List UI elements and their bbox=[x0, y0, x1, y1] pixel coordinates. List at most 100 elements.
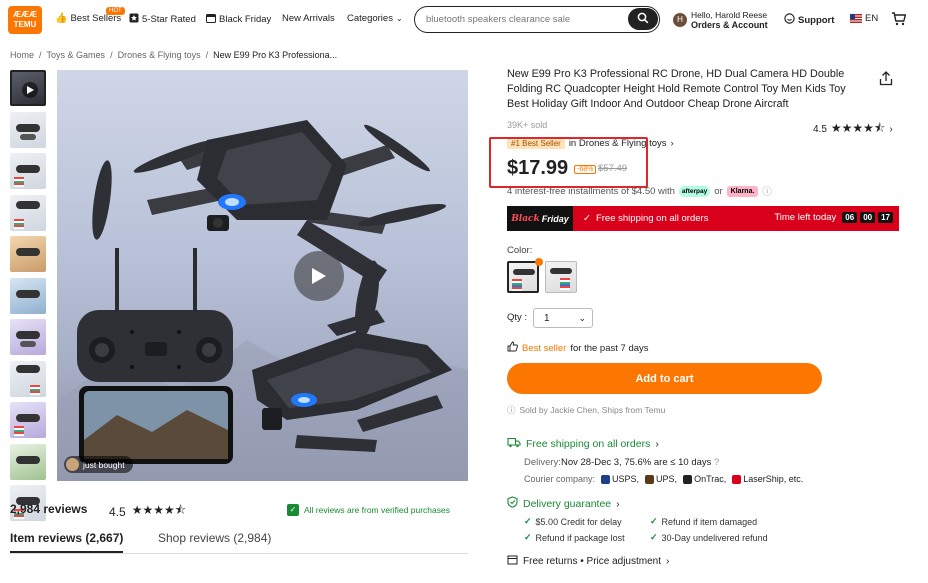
thumbnail-image[interactable] bbox=[10, 402, 46, 438]
delivery-estimate: Delivery:Nov 28-Dec 3, 75.6% are ≤ 10 da… bbox=[524, 457, 719, 468]
nav-five-star-rated[interactable]: 5-Star Rated bbox=[129, 13, 196, 26]
shipping-title: Free shipping on all orders bbox=[526, 438, 651, 450]
search-input[interactable]: bluetooth speakers clearance sale bbox=[426, 14, 570, 25]
swatch-badge-icon bbox=[535, 258, 543, 266]
nav-label: Black Friday bbox=[219, 14, 272, 25]
play-icon bbox=[312, 268, 326, 284]
courier-lasership: LaserShip, etc. bbox=[732, 474, 803, 485]
add-to-cart-button[interactable]: Add to cart bbox=[507, 363, 822, 394]
temu-logo[interactable]: ÆÆÆ TEMU bbox=[8, 6, 42, 34]
share-button[interactable] bbox=[879, 71, 893, 89]
check-icon: ✓ bbox=[524, 532, 532, 542]
returns-info[interactable]: Free returns • Price adjustment › bbox=[507, 554, 669, 568]
verified-purchases-note: ✓ All reviews are from verified purchase… bbox=[287, 504, 450, 516]
verified-shield-icon: ✓ bbox=[287, 504, 299, 516]
installments-text: 4 interest-free installments of $4.50 wi… bbox=[507, 185, 675, 197]
rating-value: 4.5 bbox=[813, 124, 827, 135]
black-friday-logo: Black Friday bbox=[507, 206, 573, 231]
guarantee-item: ✓ $5.00 Credit for delay bbox=[524, 516, 622, 527]
installments-or: or bbox=[714, 185, 723, 197]
thumbnail-image[interactable] bbox=[10, 319, 46, 355]
search-icon bbox=[637, 12, 649, 27]
search-button[interactable] bbox=[628, 8, 658, 30]
courier-usps: USPS, bbox=[601, 474, 639, 485]
breadcrumb: Home / Toys & Games / Drones & Flying toys… bbox=[10, 50, 337, 60]
best-seller-note: Best seller for the past 7 days bbox=[507, 341, 649, 355]
check-icon: ✓ bbox=[650, 532, 658, 542]
avatar: H bbox=[673, 13, 687, 27]
chevron-right-icon: › bbox=[655, 438, 659, 450]
courier-name: OnTrac, bbox=[694, 474, 727, 484]
nav-categories[interactable]: Categories ⌄ bbox=[347, 13, 403, 24]
search-bar[interactable]: bluetooth speakers clearance sale bbox=[414, 6, 660, 33]
nav-new-arrivals[interactable]: New Arrivals bbox=[282, 13, 335, 24]
chevron-right-icon: › bbox=[616, 497, 620, 510]
star-rating-icon: ★★★★⯪ bbox=[830, 121, 886, 135]
tab-item-reviews[interactable]: Item reviews (2,667) bbox=[10, 531, 124, 553]
top-header: ÆÆÆ TEMU 👍 Best Sellers HOT 5-Star Rated… bbox=[0, 0, 928, 40]
courier-ontrac: OnTrac, bbox=[683, 474, 727, 485]
reviews-count[interactable]: 2,984 reviews bbox=[10, 502, 87, 516]
afterpay-logo: afterpay bbox=[678, 185, 711, 197]
language-selector[interactable]: EN bbox=[850, 13, 878, 24]
tab-shop-reviews[interactable]: Shop reviews (2,984) bbox=[158, 531, 271, 545]
breadcrumb-toys-games[interactable]: Toys & Games bbox=[47, 50, 106, 60]
us-flag-icon bbox=[850, 14, 862, 23]
chevron-right-icon: › bbox=[889, 124, 893, 135]
check-icon: ✓ bbox=[524, 516, 532, 526]
info-icon[interactable]: ⓘ bbox=[762, 184, 772, 198]
quantity-select[interactable]: 1 ⌄ bbox=[533, 308, 593, 328]
returns-text: Free returns • Price adjustment bbox=[523, 555, 661, 567]
account-menu[interactable]: H Hello, Harold Reese Orders & Account bbox=[673, 10, 768, 30]
quantity-value: 1 bbox=[544, 312, 550, 324]
sold-by-text: Sold by Jackie Chen, Ships from Temu bbox=[519, 405, 666, 415]
cart-button[interactable] bbox=[891, 11, 907, 30]
guarantee-item: ✓ Refund if package lost bbox=[524, 532, 625, 543]
just-bought-text: just bought bbox=[83, 459, 125, 470]
guarantee-item-text: 30-Day undelivered refund bbox=[661, 532, 768, 543]
free-shipping-promo: ✓ Free shipping on all orders bbox=[583, 213, 708, 224]
thumbnail-image[interactable] bbox=[10, 236, 46, 272]
delivery-guarantee-title[interactable]: Delivery guarantee › bbox=[507, 496, 620, 511]
truck-icon bbox=[507, 437, 521, 451]
breadcrumb-separator: / bbox=[205, 50, 209, 60]
product-rating[interactable]: 4.5 ★★★★⯪ › bbox=[813, 119, 893, 140]
main-product-image[interactable]: just bought bbox=[57, 70, 468, 481]
breadcrumb-separator: / bbox=[110, 50, 113, 60]
color-swatch[interactable] bbox=[507, 261, 539, 293]
courier-name: UPS, bbox=[656, 474, 678, 484]
nav-black-friday[interactable]: Black Friday bbox=[206, 13, 271, 26]
klarna-logo: Klarna. bbox=[726, 185, 759, 197]
reviews-rating: 4.5 ★★★★⯪ bbox=[109, 501, 186, 522]
breadcrumb-separator: / bbox=[39, 50, 42, 60]
shield-check-icon bbox=[507, 496, 518, 511]
video-play-button[interactable] bbox=[294, 251, 344, 301]
guarantee-item: ✓ 30-Day undelivered refund bbox=[650, 532, 768, 543]
support-link[interactable]: Support bbox=[784, 13, 834, 27]
help-icon[interactable]: ? bbox=[714, 457, 719, 468]
breadcrumb-drones[interactable]: Drones & Flying toys bbox=[118, 50, 201, 60]
breadcrumb-home[interactable]: Home bbox=[10, 50, 34, 60]
thumbnail-image[interactable] bbox=[10, 360, 46, 397]
shipping-info-title[interactable]: Free shipping on all orders › bbox=[507, 437, 659, 451]
star-badge-icon bbox=[129, 13, 139, 26]
thumbnail-image[interactable] bbox=[10, 194, 46, 231]
countdown-seconds: 17 bbox=[878, 212, 893, 223]
chevron-right-icon: › bbox=[670, 138, 674, 149]
delivery-key: Delivery: bbox=[524, 457, 561, 468]
courier-key: Courier company: bbox=[524, 474, 596, 485]
ups-icon bbox=[645, 475, 655, 485]
color-swatch[interactable] bbox=[545, 261, 577, 293]
drone-illustration bbox=[57, 120, 468, 481]
usps-icon bbox=[601, 475, 611, 485]
thumbnail-image[interactable] bbox=[10, 111, 46, 148]
sold-by-info[interactable]: ⓘ Sold by Jackie Chen, Ships from Temu bbox=[507, 404, 665, 416]
thumbnail-video[interactable] bbox=[10, 70, 46, 106]
black-friday-banner: Black Friday ✓ Free shipping on all orde… bbox=[507, 206, 899, 231]
thumbnail-image[interactable] bbox=[10, 443, 46, 480]
installments-info: 4 interest-free installments of $4.50 wi… bbox=[507, 184, 772, 198]
thumbnail-image[interactable] bbox=[10, 277, 46, 314]
thumbnail-image[interactable] bbox=[10, 153, 46, 189]
thumbs-up-icon bbox=[507, 341, 518, 355]
product-title: New E99 Pro K3 Professional RC Drone, HD… bbox=[507, 68, 846, 110]
